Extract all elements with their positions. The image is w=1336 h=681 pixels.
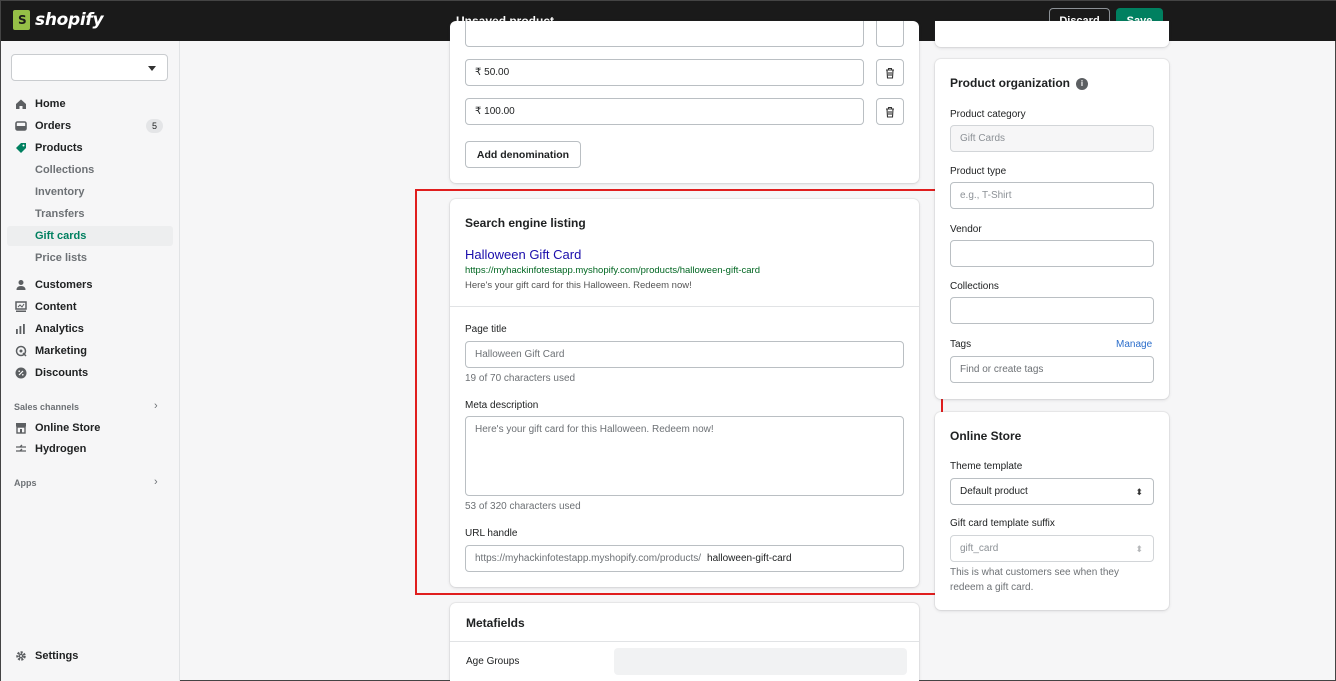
sidebar-item-analytics[interactable]: Analytics (15, 320, 84, 338)
discount-icon (15, 367, 27, 379)
sidebar-item-label: Hydrogen (35, 443, 87, 455)
vendor-label: Vendor (950, 224, 982, 235)
gear-icon (15, 650, 27, 662)
content-icon (15, 301, 27, 313)
shopify-bag-icon (13, 10, 30, 30)
product-category-input[interactable]: Gift Cards (950, 125, 1154, 152)
collections-label: Collections (950, 281, 999, 292)
product-category-label: Product category (950, 109, 1026, 120)
divider (450, 641, 919, 642)
trash-icon[interactable] (876, 59, 904, 86)
gift-card-suffix-help-1: This is what customers see when they (950, 567, 1119, 578)
orders-icon (15, 120, 27, 132)
sidebar-subitem-inventory[interactable]: Inventory (35, 183, 85, 201)
tags-label: Tags (950, 339, 972, 350)
logo-text: shopify (35, 10, 104, 30)
hydrogen-icon (15, 443, 27, 455)
store-icon (15, 422, 27, 434)
add-denomination-button[interactable]: Add denomination (465, 141, 581, 168)
sidebar-item-label: Home (35, 98, 66, 110)
sidebar-item-orders[interactable]: Orders (15, 117, 71, 135)
sidebar-item-online-store[interactable]: Online Store (15, 419, 100, 437)
gift-card-suffix-help-2: redeem a gift card. (950, 582, 1034, 593)
sidebar-item-settings[interactable]: Settings (15, 647, 78, 665)
denomination-input[interactable]: ₹ 100.00 (465, 98, 864, 125)
vendor-input[interactable] (950, 240, 1154, 267)
product-type-input[interactable]: e.g., T-Shirt (950, 182, 1154, 209)
product-type-label: Product type (950, 166, 1007, 177)
highlight-box (415, 189, 943, 595)
orders-count-badge: 5 (146, 119, 163, 133)
analytics-icon (15, 323, 27, 335)
denomination-input[interactable]: ₹ 50.00 (465, 59, 864, 86)
chevron-right-icon[interactable]: › (154, 476, 158, 488)
product-organization-heading: Product organization i (950, 76, 1088, 90)
sidebar-item-label: Marketing (35, 345, 87, 357)
store-selector[interactable] (11, 54, 168, 81)
gift-card-suffix-value: gift_card (960, 543, 999, 554)
sidebar-item-marketing[interactable]: Marketing (15, 342, 87, 360)
product-organization-title: Product organization (950, 76, 1070, 90)
select-arrows-icon: ⬍ (1135, 544, 1143, 554)
sidebar-item-hydrogen[interactable]: Hydrogen (15, 440, 86, 458)
sidebar: Home Orders 5 Products Collections Inven… (1, 41, 180, 681)
shopify-logo[interactable]: shopify (13, 10, 104, 30)
sidebar-item-customers[interactable]: Customers (15, 276, 92, 294)
sidebar-item-home[interactable]: Home (15, 95, 66, 113)
theme-template-select[interactable]: Default product ⬍ (950, 478, 1154, 505)
info-icon[interactable]: i (1076, 77, 1088, 90)
sidebar-item-label: Discounts (35, 367, 89, 379)
home-icon (15, 98, 27, 110)
apps-label: Apps (14, 478, 37, 488)
delete-denomination-button-partial[interactable] (876, 21, 904, 47)
sidebar-item-label: Analytics (35, 323, 84, 335)
sidebar-subitem-gift-cards[interactable]: Gift cards (7, 226, 173, 246)
person-icon (15, 279, 27, 291)
gift-card-suffix-label: Gift card template suffix (950, 518, 1055, 529)
trash-icon[interactable] (876, 98, 904, 125)
marketing-icon (15, 345, 27, 357)
chevron-right-icon[interactable]: › (154, 400, 158, 412)
tag-icon (15, 142, 27, 154)
metafields-heading: Metafields (466, 616, 525, 630)
sidebar-item-label: Settings (35, 650, 79, 662)
tags-input[interactable]: Find or create tags (950, 356, 1154, 383)
sidebar-item-label: Products (35, 142, 83, 154)
collections-input[interactable] (950, 297, 1154, 324)
caret-down-icon (148, 66, 156, 71)
online-store-heading: Online Store (950, 429, 1022, 443)
metafield-age-groups-label: Age Groups (466, 656, 520, 667)
gift-card-suffix-select[interactable]: gift_card ⬍ (950, 535, 1154, 562)
sidebar-subitem-collections[interactable]: Collections (35, 161, 94, 179)
sidebar-item-discounts[interactable]: Discounts (15, 364, 88, 382)
select-arrows-icon: ⬍ (1135, 487, 1143, 497)
tags-manage-link[interactable]: Manage (1116, 339, 1152, 350)
sales-channels-label: Sales channels (14, 402, 80, 412)
metafield-age-groups-input[interactable] (614, 648, 907, 675)
sidebar-item-label: Online Store (35, 422, 101, 434)
denomination-input-partial[interactable] (465, 21, 864, 47)
sidebar-subitem-price-lists[interactable]: Price lists (35, 249, 87, 267)
sidebar-subitem-transfers[interactable]: Transfers (35, 205, 85, 223)
sidebar-item-label: Customers (35, 279, 93, 291)
sidebar-item-label: Content (35, 301, 77, 313)
sidebar-item-label: Orders (35, 120, 72, 132)
theme-template-value: Default product (960, 486, 1028, 497)
sidebar-item-content[interactable]: Content (15, 298, 77, 316)
status-card-partial (935, 21, 1169, 47)
theme-template-label: Theme template (950, 461, 1023, 472)
sidebar-item-products[interactable]: Products (15, 139, 83, 157)
